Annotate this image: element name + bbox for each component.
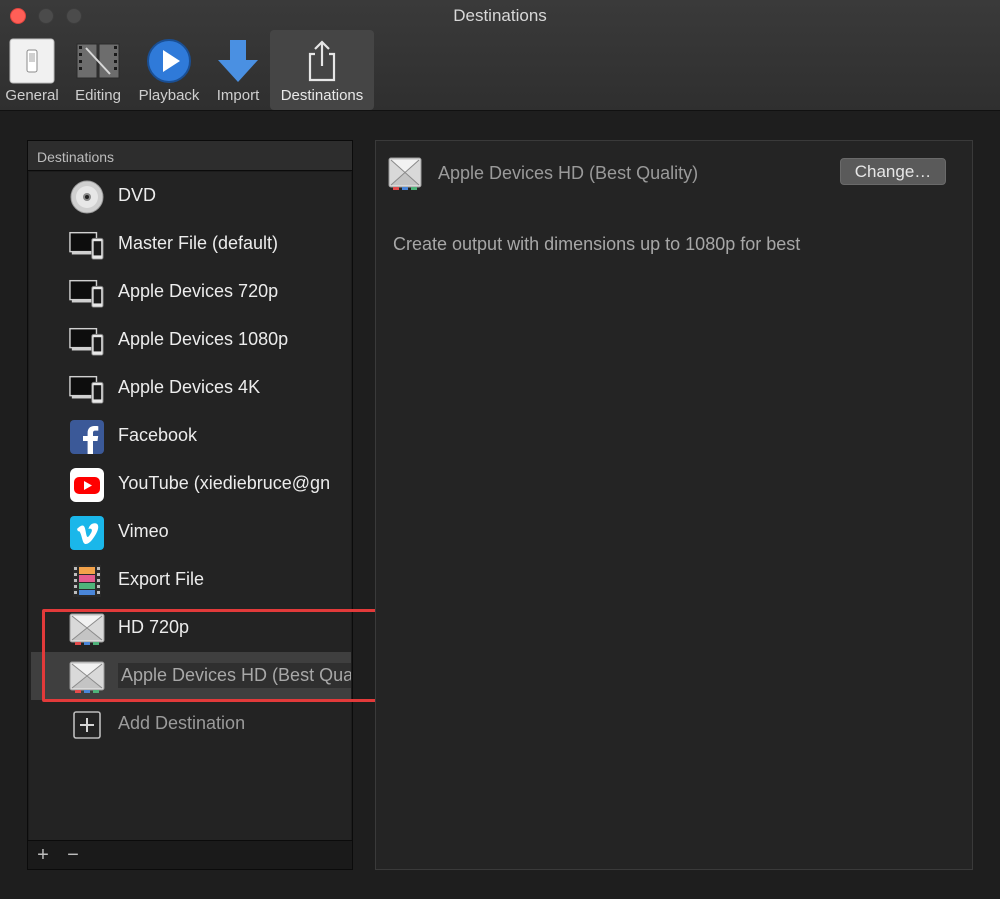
preferences-toolbar: General Editing Playback Import Destinat… — [0, 30, 374, 110]
destination-item-label: Export File — [118, 569, 205, 589]
toolbar-import-label: Import — [216, 87, 260, 104]
destinations-list-header: Destinations — [28, 141, 352, 171]
destination-item-apple-devices-720p[interactable]: Apple Devices 720p — [29, 268, 351, 316]
destinations-list[interactable]: DVD Master File (default) Apple Devices … — [29, 172, 351, 840]
dvd-icon — [69, 179, 105, 215]
list-footer-bar: + − — [28, 840, 352, 869]
destination-item-master-file[interactable]: Master File (default) — [29, 220, 351, 268]
destination-description: Create output with dimensions up to 1080… — [393, 234, 801, 254]
window-title: Destinations — [453, 6, 547, 25]
toolbar-playback[interactable]: Playback — [132, 30, 206, 110]
destination-item-label: Master File (default) — [118, 233, 279, 253]
destination-item-label: DVD — [118, 185, 157, 205]
share-icon — [297, 36, 347, 86]
destination-item-apple-devices-4k[interactable]: Apple Devices 4K — [29, 364, 351, 412]
destination-item-label: Vimeo — [118, 521, 169, 541]
change-button[interactable]: Change… — [840, 158, 946, 185]
destination-item-label: Apple Devices 1080p — [118, 329, 289, 349]
destination-detail-panel: Apple Devices HD (Best Quality) Change… … — [375, 140, 973, 870]
youtube-icon — [69, 467, 105, 503]
general-icon — [7, 36, 57, 86]
destination-item-label: YouTube (xiediebruce@gn — [118, 473, 331, 493]
destination-item-apple-devices-hd-best-quality[interactable]: Apple Devices HD (Best Quality) — [31, 652, 351, 700]
add-button[interactable]: + — [33, 844, 53, 867]
toolbar-destinations-label: Destinations — [280, 87, 364, 104]
toolbar-destinations[interactable]: Destinations — [270, 30, 374, 110]
destination-item-label: Apple Devices 4K — [118, 377, 261, 397]
toolbar-import[interactable]: Import — [206, 30, 270, 110]
destination-item-hd-720p[interactable]: HD 720p — [29, 604, 351, 652]
compressor-icon — [69, 659, 105, 695]
destination-item-label: HD 720p — [118, 617, 190, 637]
compressor-icon — [69, 611, 105, 647]
destinations-list-panel: Destinations DVD Master File (default) A… — [27, 140, 353, 870]
destination-item-label: Add Destination — [118, 713, 246, 733]
play-icon — [144, 36, 194, 86]
facebook-icon — [69, 419, 105, 455]
devices-icon — [69, 371, 105, 407]
destination-item-dvd[interactable]: DVD — [29, 172, 351, 220]
destination-item-label: Apple Devices 720p — [118, 281, 279, 301]
toolbar-editing-label: Editing — [75, 87, 121, 104]
toolbar-editing[interactable]: Editing — [64, 30, 132, 110]
add-icon — [69, 707, 105, 743]
remove-button[interactable]: − — [63, 844, 83, 867]
devices-icon — [69, 323, 105, 359]
destination-item-youtube[interactable]: YouTube (xiediebruce@gn — [29, 460, 351, 508]
download-arrow-icon — [213, 36, 263, 86]
film-strip-icon — [69, 563, 105, 599]
destination-item-facebook[interactable]: Facebook — [29, 412, 351, 460]
vimeo-icon — [69, 515, 105, 551]
title-bar: Destinations General Editing Playback Im… — [0, 0, 1000, 111]
destination-detail-title: Apple Devices HD (Best Quality) — [438, 163, 699, 183]
devices-icon — [69, 227, 105, 263]
destination-item-label: Facebook — [118, 425, 198, 445]
film-edit-icon — [73, 36, 123, 86]
preferences-window: Destinations General Editing Playback Im… — [0, 0, 1000, 899]
compressor-icon — [388, 155, 422, 191]
toolbar-playback-label: Playback — [138, 87, 200, 104]
destination-item-vimeo[interactable]: Vimeo — [29, 508, 351, 556]
toolbar-general[interactable]: General — [0, 30, 64, 110]
destination-item-export-file[interactable]: Export File — [29, 556, 351, 604]
destination-item-label-editable[interactable]: Apple Devices HD (Best Quality) — [118, 663, 351, 688]
destination-item-apple-devices-1080p[interactable]: Apple Devices 1080p — [29, 316, 351, 364]
devices-icon — [69, 275, 105, 311]
toolbar-general-label: General — [5, 87, 59, 104]
add-destination-item[interactable]: Add Destination — [29, 700, 351, 748]
